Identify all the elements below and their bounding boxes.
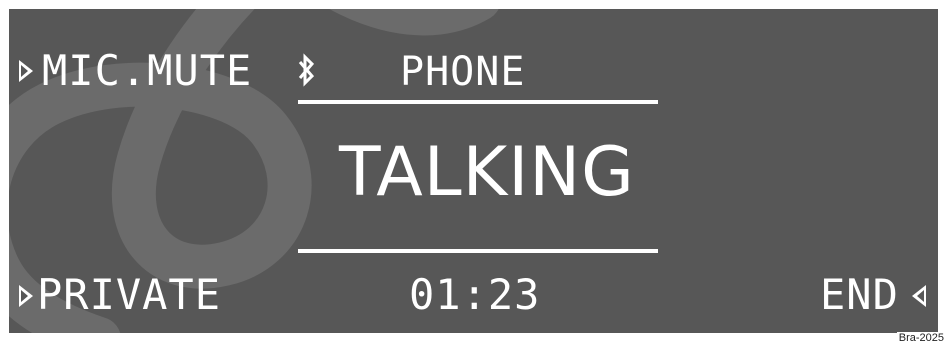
softkey-arrow-right-icon: [19, 60, 33, 82]
bluetooth-icon: [298, 53, 315, 87]
private-softkey[interactable]: PRIVATE: [37, 274, 221, 316]
call-state-text: TALKING: [339, 133, 635, 212]
figure-code-label: Bra-2025: [896, 332, 946, 344]
divider-bottom: [298, 249, 658, 253]
divider-top: [298, 100, 658, 104]
mic-mute-softkey[interactable]: MIC.MUTE: [42, 50, 252, 92]
phone-display: MIC.MUTE PHONE TALKING PRIVATE 01:23 END: [9, 9, 938, 333]
softkey-arrow-left-icon: [912, 285, 926, 307]
end-call-softkey[interactable]: END: [820, 274, 899, 316]
call-duration: 01:23: [409, 270, 541, 319]
phone-title: PHONE: [400, 49, 526, 95]
softkey-arrow-right-icon: [19, 285, 33, 307]
